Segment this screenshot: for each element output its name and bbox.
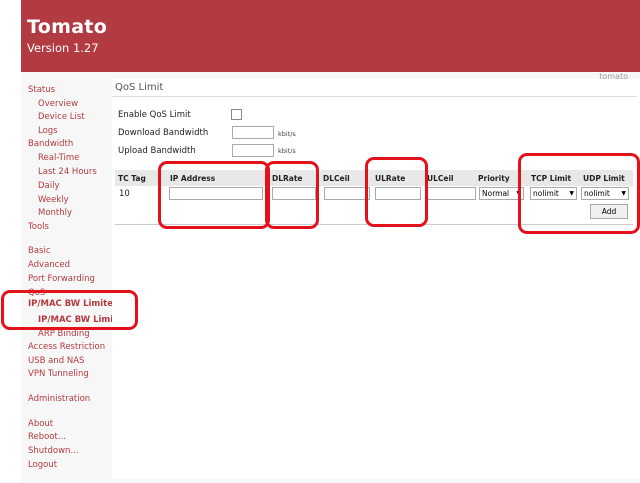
nav-shutdown[interactable]: Shutdown... (28, 446, 79, 456)
nav-vpn-tunneling[interactable]: VPN Tunneling (28, 369, 89, 379)
nav-access-restriction[interactable]: Access Restriction (28, 342, 105, 352)
nav-monthly[interactable]: Monthly (38, 208, 72, 218)
highlight-nav-bw-limiter (1, 290, 138, 330)
app-version: Version 1.27 (27, 41, 99, 55)
upload-bandwidth-label: Upload Bandwidth (118, 146, 196, 156)
nav-real-time[interactable]: Real-Time (38, 153, 79, 163)
highlight-limits (518, 153, 640, 234)
highlight-ip-address (158, 161, 270, 229)
enable-qos-checkbox[interactable] (231, 109, 242, 120)
highlight-ulrate (365, 157, 428, 227)
tc-tag-value: 10 (119, 189, 130, 199)
nav-tools[interactable]: Tools (28, 222, 49, 232)
enable-qos-label: Enable QoS Limit (118, 110, 191, 120)
download-bandwidth-input[interactable] (232, 126, 274, 139)
ulceil-input[interactable] (427, 187, 476, 200)
nav-usb-nas[interactable]: USB and NAS (28, 356, 84, 366)
section-divider (112, 96, 637, 97)
priority-value: Normal (482, 189, 510, 198)
main-content (112, 79, 640, 479)
upload-unit: kbit/s (278, 147, 296, 155)
highlight-dlrate (265, 161, 319, 229)
download-bandwidth-label: Download Bandwidth (118, 128, 209, 138)
nav-logout[interactable]: Logout (28, 460, 57, 470)
upload-bandwidth-input[interactable] (232, 144, 274, 157)
header-banner: Tomato Version 1.27 (21, 0, 640, 72)
nav-reboot[interactable]: Reboot... (28, 432, 66, 442)
nav-bandwidth[interactable]: Bandwidth (28, 139, 73, 149)
nav-last-24-hours[interactable]: Last 24 Hours (38, 167, 97, 177)
dlceil-input[interactable] (324, 187, 370, 200)
nav-port-forwarding[interactable]: Port Forwarding (28, 274, 95, 284)
app-title: Tomato (27, 16, 108, 38)
section-title: QoS Limit (115, 82, 164, 93)
nav-advanced[interactable]: Advanced (28, 260, 70, 270)
nav-device-list[interactable]: Device List (38, 112, 85, 122)
nav-weekly[interactable]: Weekly (38, 195, 69, 205)
nav-basic[interactable]: Basic (28, 246, 51, 256)
col-ulceil: ULCeil (424, 170, 475, 186)
nav-daily[interactable]: Daily (38, 181, 60, 191)
download-unit: kbit/s (278, 130, 296, 138)
nav-about[interactable]: About (28, 419, 53, 429)
nav-overview[interactable]: Overview (38, 99, 78, 109)
nav-arp-binding[interactable]: ARP Binding (38, 329, 90, 339)
nav-status[interactable]: Status (28, 85, 55, 95)
nav-logs[interactable]: Logs (38, 126, 58, 136)
nav-administration[interactable]: Administration (28, 394, 90, 404)
